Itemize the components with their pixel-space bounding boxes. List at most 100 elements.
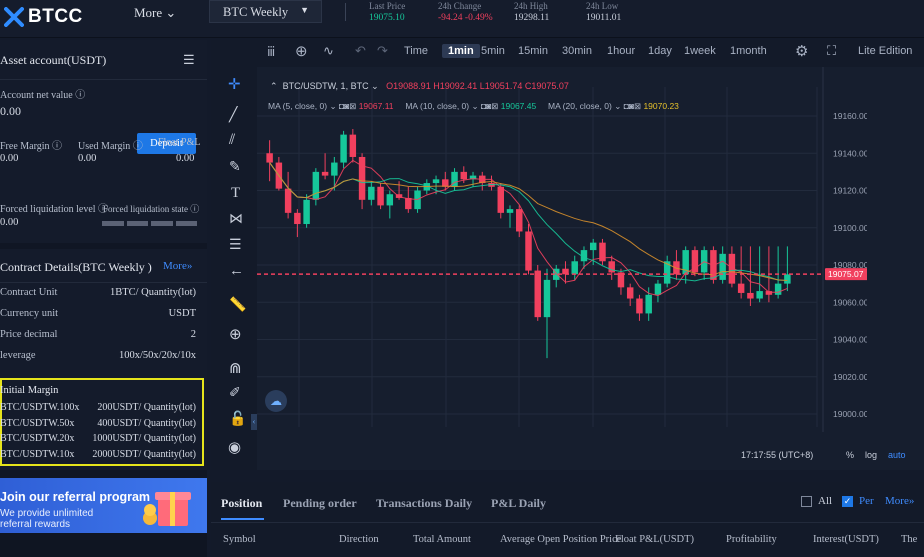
logo-text: BTCC (28, 6, 83, 27)
margin-row-label: BTC/USDTW.10x (0, 448, 75, 460)
free-margin-value: 0.00 (0, 153, 19, 164)
more-link[interactable]: More» (885, 495, 914, 507)
candle-body (645, 294, 652, 314)
contract-select[interactable]: BTC Weekly ▼ (209, 0, 322, 23)
candle-body (571, 261, 578, 275)
info-icon[interactable]: ⓘ (190, 204, 199, 214)
text-icon[interactable]: T (231, 185, 240, 202)
chevron-down-icon: ⌄ (471, 101, 479, 111)
y-tick-label: 19140.00 (833, 148, 867, 158)
ohlc-low: L19051.74 (479, 81, 523, 91)
stat-label: 24h Low (586, 1, 619, 11)
y-tick-label: 19060.00 (833, 297, 867, 307)
column-header[interactable]: Symbol (223, 534, 256, 545)
candle-body (358, 156, 366, 200)
draw-lock-icon[interactable]: ✐ (229, 385, 241, 402)
contract-row-value: USDT (168, 308, 196, 319)
interval-30min[interactable]: 30min (562, 45, 592, 57)
column-header[interactable]: Profitability (726, 534, 777, 545)
referral-banner[interactable]: Join our referral program We provide unl… (0, 478, 207, 533)
info-icon[interactable]: ⓘ (75, 90, 85, 101)
free-margin-label: Free Margin ⓘ (0, 137, 62, 152)
ruler-icon[interactable]: 📏 (229, 297, 246, 314)
top-bar: BTCC More ⌄ BTC Weekly ▼ Last Price 19075.… (0, 0, 924, 38)
btcc-logo[interactable]: BTCC (4, 6, 83, 28)
tab-position[interactable]: Position (221, 496, 262, 511)
chart-symbol[interactable]: BTC/USDTW, 1, BTC (283, 81, 369, 91)
contract-more-link[interactable]: More» (163, 260, 192, 272)
interval-1hour[interactable]: 1hour (607, 45, 635, 57)
ma20-label[interactable]: MA (20, close, 0) (548, 101, 612, 111)
menu-icon[interactable]: ☰ (183, 52, 195, 68)
compare-icon[interactable]: ∿ (323, 43, 334, 59)
all-checkbox[interactable] (801, 496, 812, 507)
divider (345, 3, 346, 21)
trendline-icon[interactable]: ╱ (229, 107, 237, 124)
ma-toggle-icons[interactable]: ◘◙⊠ (624, 101, 641, 111)
candle-body (774, 283, 782, 295)
chart-toolbar: ⅲ ⊕ ∿ ↶ ↷ Time 1min 5min 15min 30min 1hour 1da… (211, 40, 924, 67)
lock-icon[interactable]: 🔓 (229, 411, 246, 428)
interval-5min[interactable]: 5min (481, 45, 505, 57)
interval-1month[interactable]: 1month (730, 45, 767, 57)
log-toggle[interactable]: log (865, 450, 877, 460)
lite-edition-link[interactable]: Lite Edition (858, 45, 912, 57)
column-header[interactable]: The (901, 534, 917, 545)
chevron-down-icon: ⌄ (614, 101, 622, 111)
interval-1min[interactable]: 1min (442, 44, 480, 58)
ma10-label[interactable]: MA (10, close, 0) (405, 101, 469, 111)
fib-icon[interactable]: ☰ (229, 237, 242, 254)
ma5-label[interactable]: MA (5, close, 0) (268, 101, 327, 111)
column-header[interactable]: Direction (339, 534, 379, 545)
undo-icon[interactable]: ↶ (355, 43, 366, 59)
add-icon[interactable]: ⊕ (295, 42, 308, 60)
ma10-value: 19067.45 (500, 101, 537, 111)
pattern-icon[interactable]: ⋈ (229, 211, 243, 228)
percent-toggle[interactable]: % (846, 450, 854, 460)
y-tick-label: 19120.00 (833, 186, 867, 196)
info-icon[interactable]: ⓘ (133, 141, 143, 152)
more-link-label: More (885, 495, 909, 507)
auto-toggle[interactable]: auto (888, 450, 906, 460)
candle-body (516, 209, 523, 232)
candle-body (321, 171, 329, 176)
interval-1week[interactable]: 1week (684, 45, 716, 57)
price-chart[interactable]: 19160.0019140.0019120.0019100.0019080.00… (257, 67, 867, 432)
stat-value: 19298.11 (514, 13, 550, 23)
more-menu[interactable]: More ⌄ (134, 5, 176, 21)
indicators-icon[interactable]: ⅲ (267, 44, 275, 60)
stat-value: 19075.10 (369, 13, 405, 23)
ma-toggle-icons[interactable]: ◘◙⊠ (339, 101, 356, 111)
column-header[interactable]: Total Amount (413, 534, 471, 545)
crosshair-icon[interactable]: ✛ (228, 75, 241, 94)
contract-row-label: leverage (0, 350, 36, 361)
redo-icon[interactable]: ↷ (377, 43, 388, 59)
tab-transactions-daily[interactable]: Transactions Daily (376, 496, 472, 511)
tab-pending-order[interactable]: Pending order (283, 496, 357, 511)
interval-15min[interactable]: 15min (518, 45, 548, 57)
margin-row-label: BTC/USDTW.20x (0, 433, 75, 444)
candle-body (266, 153, 273, 163)
candle-body (737, 283, 745, 293)
parallel-lines-icon[interactable]: ⫽ (229, 133, 235, 149)
magnet-icon[interactable]: ⋒ (229, 359, 242, 378)
settings-gear-icon[interactable]: ⚙ (795, 42, 808, 60)
tab-pl-daily[interactable]: P&L Daily (491, 496, 546, 511)
stat-label: 24h Change (438, 1, 482, 11)
arrow-left-icon[interactable]: ← (229, 263, 244, 280)
double-chevron-right-icon: » (186, 260, 193, 272)
info-icon[interactable]: ⓘ (52, 141, 62, 152)
interval-time[interactable]: Time (404, 45, 428, 57)
column-header[interactable]: Interest(USDT) (813, 534, 879, 545)
column-header[interactable]: Float P&L(USDT) (615, 534, 694, 545)
pen-icon[interactable]: ✎ (229, 159, 241, 176)
column-header[interactable]: Average Open Position Price (500, 534, 621, 545)
per-checkbox[interactable]: ✓ (842, 496, 853, 507)
zoom-in-icon[interactable]: ⊕ (229, 325, 242, 344)
ma-toggle-icons[interactable]: ◘◙⊠ (481, 101, 498, 111)
chart-clock: 17:17:55 (UTC+8) (741, 450, 814, 460)
collapse-icon[interactable]: ⌃ (270, 81, 278, 91)
fullscreen-icon[interactable]: ⛶ (827, 43, 836, 59)
interval-1day[interactable]: 1day (648, 45, 672, 57)
eye-icon[interactable]: ◉ (228, 438, 241, 457)
